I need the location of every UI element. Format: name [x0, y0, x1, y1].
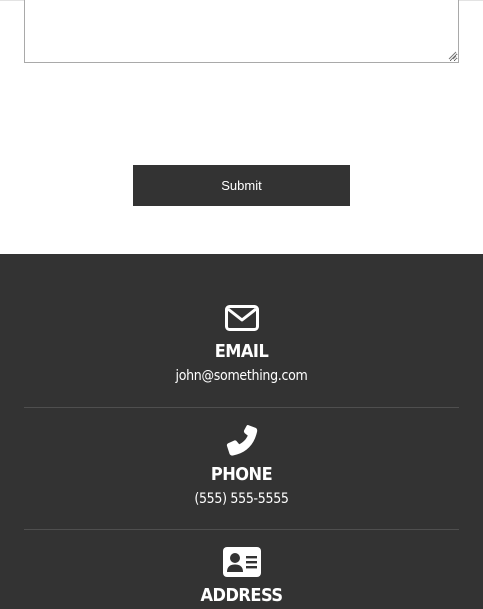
contact-email: EMAIL john@something.com	[0, 305, 483, 385]
envelope-icon	[0, 305, 483, 331]
phone-title: PHONE	[210, 464, 273, 485]
address-card-icon	[0, 547, 483, 577]
contact-phone: PHONE (555) 555-5555	[0, 423, 483, 508]
contact-footer: EMAIL john@something.com PHONE (555) 555…	[0, 254, 483, 609]
email-value[interactable]: john@something.com	[0, 367, 483, 385]
footer-divider	[24, 407, 459, 408]
resize-grip-icon[interactable]	[448, 51, 457, 60]
contact-address: ADDRESS	[0, 547, 483, 606]
phone-value[interactable]: (555) 555-5555	[0, 490, 483, 508]
phone-icon	[0, 423, 483, 457]
submit-button[interactable]: Submit	[133, 165, 350, 206]
footer-divider	[24, 529, 459, 530]
email-title: EMAIL	[214, 341, 269, 362]
message-textarea[interactable]	[24, 0, 459, 63]
address-title: ADDRESS	[200, 585, 283, 606]
